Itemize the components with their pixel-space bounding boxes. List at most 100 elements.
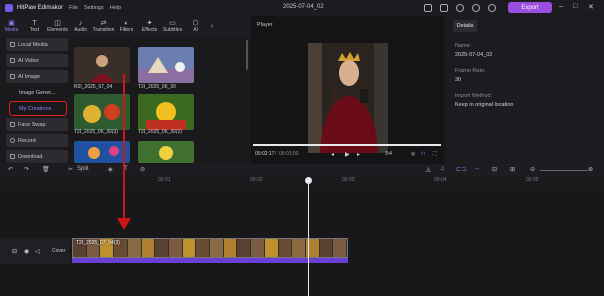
- export-label: Export: [521, 4, 539, 11]
- snapshot-icon[interactable]: ◎: [411, 151, 415, 157]
- zoom-icon[interactable]: ⊞: [510, 166, 515, 173]
- media-icon: ▣: [8, 19, 15, 27]
- ai-icon: ⬡: [192, 19, 199, 27]
- playback-progress[interactable]: [253, 144, 441, 146]
- zoom-in-icon[interactable]: ⊕: [588, 166, 593, 173]
- ruler-tick: 00:03: [342, 177, 355, 183]
- menu-file[interactable]: File: [69, 5, 78, 11]
- sidebar-item-local-media[interactable]: Local Media: [6, 38, 68, 51]
- sidebar-item-my-creations[interactable]: My Creations: [9, 101, 67, 116]
- tab-ai[interactable]: ⬡ Al: [184, 16, 207, 36]
- media-thumb-1-label: R2I_2025_07_04: [74, 84, 113, 90]
- timeline-toolbar: ↶ ↷ 🗑 ✂ Split ◈ T ⊘ ◬ ♫ ⊏⊐ ⇔ ⊟ ⊞ ⊖ ⊕: [0, 164, 604, 177]
- sidebar-item-image-generator[interactable]: Image Gener...: [6, 86, 68, 99]
- tab-audio[interactable]: ♪ Audio: [69, 16, 92, 36]
- speed-icon[interactable]: ⊘: [140, 166, 145, 173]
- media-scrollbar[interactable]: [246, 40, 248, 70]
- aspect-ratio[interactable]: 3:4: [385, 151, 392, 157]
- redo-icon[interactable]: ↷: [24, 166, 29, 173]
- crop-icon[interactable]: ⊓: [421, 151, 425, 157]
- marker-icon[interactable]: ◈: [108, 166, 113, 173]
- visibility-icon[interactable]: ◉: [24, 248, 29, 255]
- snap-icon[interactable]: ⇔: [474, 166, 480, 172]
- tab-filters[interactable]: ◐ Filters: [115, 16, 138, 36]
- record-icon: [10, 138, 15, 143]
- tab-elements[interactable]: ◫ Elements: [46, 16, 69, 36]
- lock-icon[interactable]: ⊟: [12, 248, 17, 255]
- media-thumb-4[interactable]: [138, 94, 194, 130]
- media-toolbar: ▣ Media T Text ◫ Elements ♪ Audio ⇄ Transitio…: [0, 16, 250, 36]
- media-thumb-2[interactable]: [138, 47, 194, 83]
- clip-name: T2I_2025_07_04(3): [76, 240, 120, 246]
- toolbar-next-icon[interactable]: ›: [207, 16, 217, 36]
- save-icon[interactable]: [440, 4, 448, 12]
- face-swap-icon: [10, 122, 15, 127]
- delete-icon[interactable]: 🗑: [42, 166, 50, 173]
- split-label[interactable]: Split: [77, 166, 89, 172]
- next-frame-icon[interactable]: ▸: [357, 151, 360, 158]
- text-icon: T: [32, 19, 37, 27]
- zoom-slider[interactable]: [540, 170, 588, 171]
- playhead[interactable]: [308, 178, 309, 296]
- audio-mute-icon[interactable]: ♫: [440, 166, 445, 172]
- info-icon[interactable]: [472, 4, 480, 12]
- layout-icon[interactable]: [424, 4, 432, 12]
- media-thumb-6[interactable]: [138, 141, 194, 163]
- clip-audio-bar[interactable]: [72, 258, 348, 263]
- video-preview[interactable]: [308, 43, 388, 153]
- media-thumb-2-label: T2I_2025_06_30: [138, 84, 176, 90]
- app-name: HitPaw Edimakor: [17, 5, 64, 11]
- mute-icon[interactable]: ◁: [35, 248, 40, 255]
- subtitles-icon: ▭: [169, 19, 176, 27]
- current-time: 00:02:17: [255, 151, 275, 157]
- tab-subtitles[interactable]: ▭ Subtitles: [161, 16, 184, 36]
- ruler-tick: 00:05: [526, 177, 539, 183]
- ruler-tick: 00:01: [158, 177, 171, 183]
- ruler-tick: 00:04: [434, 177, 447, 183]
- account-icon[interactable]: [488, 4, 496, 12]
- menu-help[interactable]: Help: [110, 5, 121, 11]
- link-icon[interactable]: ⊏⊐: [456, 166, 466, 173]
- player-panel: Player 00:02:17 / 00:03:00 ◂ ▶ ▸ 3:4 ◎ ⊓…: [251, 16, 444, 164]
- close-icon[interactable]: ✕: [588, 3, 594, 11]
- previous-frame-icon[interactable]: ◂: [331, 151, 334, 158]
- tab-media[interactable]: ▣ Media: [0, 16, 23, 36]
- sidebar-item-ai-video[interactable]: AI Video: [6, 54, 68, 67]
- project-name: 2025-07-04_02: [283, 4, 324, 10]
- tab-effects[interactable]: ✦ Effects: [138, 16, 161, 36]
- menu-settings[interactable]: Settings: [84, 5, 104, 11]
- export-button[interactable]: Export: [508, 2, 552, 13]
- minimize-icon[interactable]: –: [559, 3, 563, 10]
- tab-transition[interactable]: ⇄ Transition: [92, 16, 115, 36]
- tab-text[interactable]: T Text: [23, 16, 46, 36]
- media-thumb-1[interactable]: [74, 47, 130, 83]
- sidebar-item-record[interactable]: Record: [6, 134, 68, 147]
- sidebar-item-face-swap[interactable]: Face Swap: [6, 118, 68, 131]
- fullscreen-icon[interactable]: ⛶: [433, 151, 437, 157]
- media-thumb-5[interactable]: [74, 141, 130, 163]
- play-icon[interactable]: ▶: [345, 151, 350, 158]
- import-method-label: Import Method:: [455, 93, 492, 99]
- cover-label[interactable]: Cover: [52, 248, 65, 254]
- media-thumb-3[interactable]: [74, 94, 130, 130]
- cartoon-thumbnail: [74, 141, 130, 163]
- filters-icon: ◐: [124, 19, 129, 27]
- fit-icon[interactable]: ⊟: [492, 166, 497, 173]
- image-icon: [10, 74, 15, 79]
- help-icon[interactable]: [456, 4, 464, 12]
- tab-details[interactable]: Details: [453, 20, 477, 32]
- sidebar-item-download[interactable]: Download: [6, 150, 68, 163]
- annotation-arrow: [123, 74, 125, 224]
- media-sidebar: Local Media AI Video AI Image Image Gene…: [6, 38, 68, 164]
- zoom-out-icon[interactable]: ⊖: [530, 166, 535, 173]
- undo-icon[interactable]: ↶: [8, 166, 13, 173]
- playhead-handle[interactable]: [305, 177, 312, 184]
- split-icon[interactable]: ✂: [68, 166, 73, 173]
- sidebar-item-ai-image[interactable]: AI Image: [6, 70, 68, 83]
- playback-progress-fill: [253, 144, 441, 146]
- cartoon-thumbnail: [138, 94, 194, 130]
- portrait-preview: [308, 43, 388, 153]
- download-icon: [10, 154, 15, 159]
- color-icon[interactable]: ◬: [426, 166, 431, 173]
- maximize-icon[interactable]: □: [573, 3, 577, 10]
